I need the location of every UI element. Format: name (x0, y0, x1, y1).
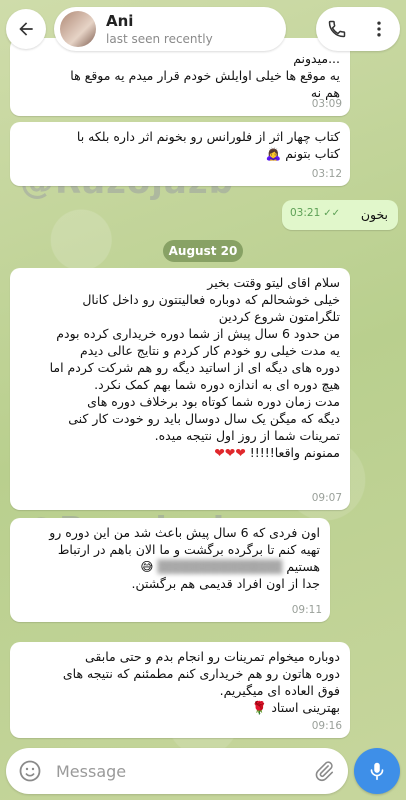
message-text-line: مدت زمان دوره شما کوتاه بود برخلاف دوره … (87, 394, 340, 409)
message-bubble[interactable]: اون فردی که 6 سال پیش باعث شد من این دور… (10, 518, 330, 622)
message-text-line: دوره های دیگه ای از اساتید دیگه رو هم شر… (49, 360, 340, 375)
hearts-emoji: ❤❤❤ (214, 445, 246, 460)
message-bubble[interactable]: دوباره میخوام تمرینات رو انجام بدم و حتی… (10, 642, 350, 738)
avatar[interactable] (60, 11, 96, 47)
message-bubble[interactable]: سلام اقای لیتو وقتت بخیر خیلی خوشحالم که… (10, 268, 350, 510)
message-text-line: هم نه (310, 85, 340, 100)
message-time: 09:11 (291, 604, 322, 616)
message-meta: 03:21 ✓✓ (290, 205, 340, 222)
message-text-line: خیلی خوشحالم که دوباره فعالیتتون رو داخل… (82, 292, 340, 307)
message-text: هستیم (286, 559, 320, 574)
message-text-line: تلگرامتون شروع کردین (218, 309, 340, 324)
back-button[interactable] (6, 9, 46, 49)
paperclip-icon (315, 761, 334, 782)
message-bubble[interactable]: کتاب چهار اثر از فلورانس رو بخونم اثر دا… (10, 122, 350, 186)
message-text-line: دوباره میخوام تمرینات رو انجام بدم و حتی… (85, 649, 340, 664)
contact-name: Ani (106, 12, 134, 30)
message-text-line: بخون (360, 207, 388, 222)
message-text-line: کتاب چهار اثر از فلورانس رو بخونم اثر دا… (76, 129, 340, 144)
call-button[interactable] (323, 15, 351, 43)
message-text-line: سلام اقای لیتو وقتت بخیر (207, 275, 340, 290)
message-text-line: اون فردی که 6 سال پیش باعث شد من این دور… (49, 525, 320, 540)
message-bubble-outgoing[interactable]: بخون 03:21 ✓✓ (282, 200, 398, 230)
message-text-line: کتاب بتونم 🙇‍♀️ (265, 146, 340, 161)
redacted-text: ▒▒▒▒▒▒▒▒▒▒▒▒▒ (157, 559, 283, 574)
message-text-line: هیچ دوره ای به اندازه دوره شما بهم کمک ن… (94, 377, 340, 392)
message-text-line: ...میدونم (293, 51, 340, 66)
message-input[interactable]: Message (56, 762, 126, 781)
message-text-line: بهترینی استاد 🌹 (251, 700, 340, 715)
double-check-icon: ✓✓ (323, 208, 341, 219)
date-separator: August 20 (163, 240, 243, 262)
contact-status: last seen recently (106, 32, 213, 46)
smiley-icon (19, 760, 41, 782)
voice-message-button[interactable] (354, 748, 400, 794)
message-time: 03:12 (311, 168, 342, 180)
message-text-line: تمرینات شما از روز اول نتیجه میده. (154, 428, 340, 443)
message-time: 09:16 (311, 720, 342, 732)
more-vertical-icon (377, 21, 381, 37)
chat-header: Ani last seen recently (6, 6, 400, 52)
more-button[interactable] (365, 15, 393, 43)
message-text-line: یه موقع ها خیلی اوایلش خودم قرار میدم یه… (70, 68, 340, 83)
message-text-line-with-hearts: ممنونم واقعا!!!!! ❤❤❤ (20, 444, 340, 461)
message-text: ممنونم واقعا!!!!! (249, 445, 340, 460)
contact-info[interactable]: Ani last seen recently (54, 7, 286, 51)
message-time: 03:09 (311, 98, 342, 110)
attach-button[interactable] (310, 757, 338, 785)
message-text-line: دوره هاتون رو هم خریداری کنم مطمئنم که ن… (62, 666, 340, 681)
phone-icon (328, 20, 346, 38)
arrow-left-icon (19, 22, 33, 36)
message-text-line: جدا از اون افراد قدیمی هم برگشتن. (131, 576, 321, 591)
emoji-button[interactable] (16, 757, 44, 785)
message-time: 09:07 (311, 492, 342, 504)
message-text-line: تهیه کنم تا برگرده برگشت و ما الان باهم … (57, 542, 320, 557)
emoji: 😅 (140, 559, 154, 574)
header-actions (316, 7, 400, 51)
microphone-icon (370, 762, 384, 781)
message-text-line: فوق العاده ای میگیریم. (219, 683, 340, 698)
message-text-line: یه مدت خیلی رو خودم کار کردم و نتایج عال… (80, 343, 340, 358)
message-text-line: دیگه که میگن یک سال دوسال باید رو خودت ک… (68, 411, 340, 426)
message-text-line: من حدود 6 سال پیش از شما دوره خریداری کر… (56, 326, 340, 341)
message-input-bar: Message (6, 748, 348, 794)
message-time: 03:21 (290, 207, 321, 219)
message-text-line-with-redaction: هستیم ▒▒▒▒▒▒▒▒▒▒▒▒▒ 😅 (20, 558, 320, 575)
